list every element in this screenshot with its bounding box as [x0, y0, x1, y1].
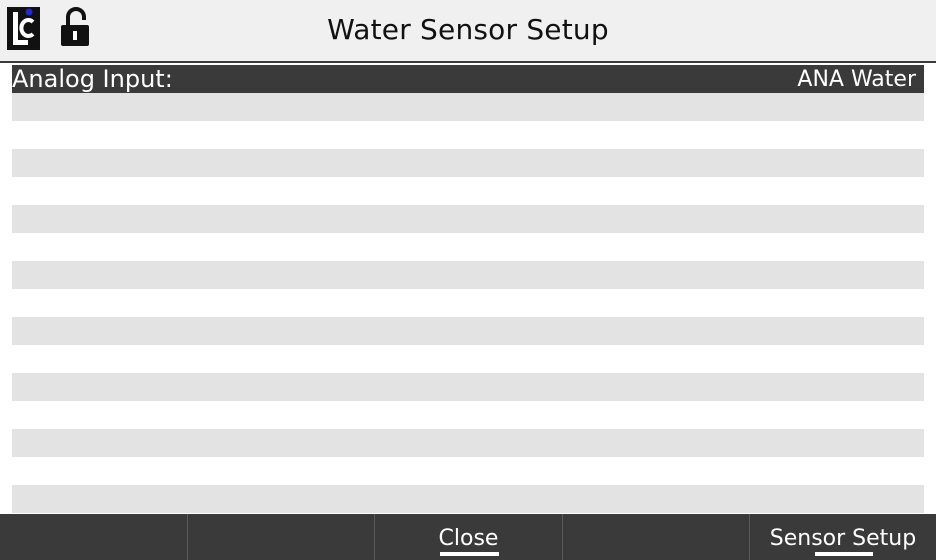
page-title: Water Sensor Setup [327, 13, 609, 46]
list-row[interactable] [12, 205, 924, 233]
softkey-bar: Close Sensor Setup [0, 514, 936, 560]
list-row[interactable] [12, 261, 924, 289]
analog-input-list: Analog Input: ANA Water [12, 65, 924, 514]
title-bar: Water Sensor Setup [0, 0, 936, 63]
close-button[interactable]: Close [374, 514, 562, 560]
softkey-4[interactable] [562, 514, 749, 560]
analog-input-value: ANA Water [797, 66, 916, 92]
sensor-setup-button-label: Sensor Setup [769, 526, 917, 551]
list-row[interactable] [12, 289, 924, 317]
list-row[interactable] [12, 457, 924, 485]
list-rows [12, 93, 924, 513]
list-row[interactable] [12, 149, 924, 177]
list-row[interactable] [12, 121, 924, 149]
list-row[interactable] [12, 317, 924, 345]
list-row[interactable] [12, 485, 924, 513]
list-row[interactable] [12, 401, 924, 429]
list-row[interactable] [12, 373, 924, 401]
softkey-2[interactable] [187, 514, 374, 560]
close-button-underline [440, 552, 499, 556]
list-row[interactable] [12, 93, 924, 121]
list-row[interactable] [12, 345, 924, 373]
sensor-setup-button-underline [815, 552, 873, 556]
list-row[interactable] [12, 233, 924, 261]
list-row[interactable] [12, 177, 924, 205]
sensor-setup-button[interactable]: Sensor Setup [749, 514, 936, 560]
analog-input-label: Analog Input: [12, 65, 173, 93]
close-button-label: Close [438, 526, 499, 551]
app-window: Water Sensor Setup Analog Input: ANA Wat… [0, 0, 936, 560]
list-header-row[interactable]: Analog Input: ANA Water [12, 65, 924, 93]
softkey-1[interactable] [0, 514, 187, 560]
list-row[interactable] [12, 429, 924, 457]
